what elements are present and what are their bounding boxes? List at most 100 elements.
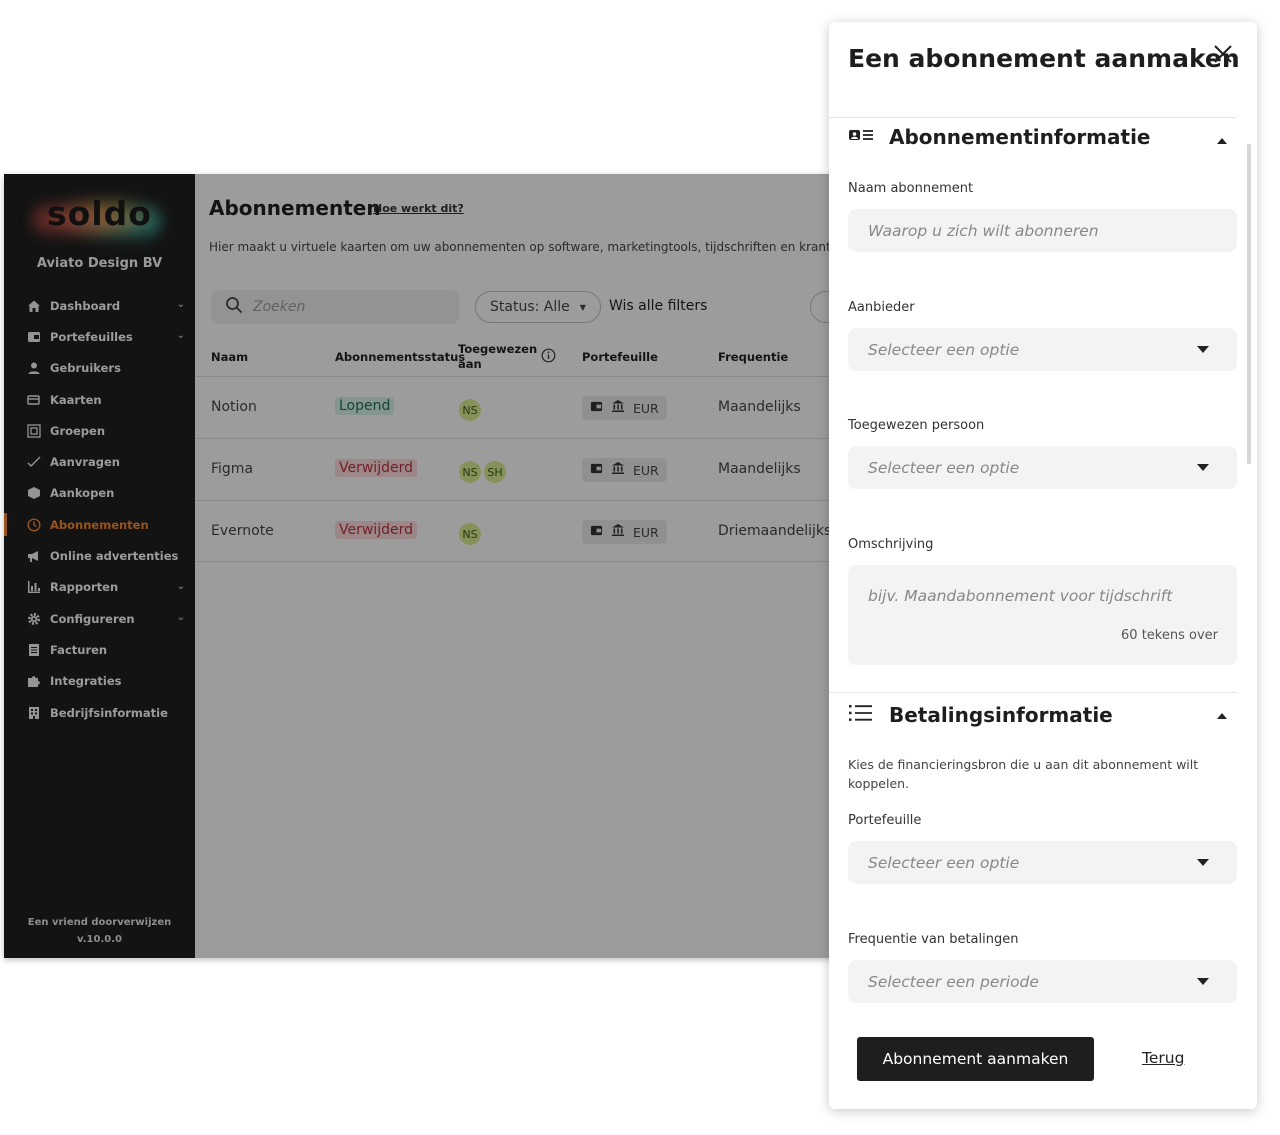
sidebar-item-label: Configureren bbox=[50, 611, 135, 626]
create-subscription-button[interactable]: Abonnement aanmaken bbox=[857, 1037, 1094, 1081]
bank-icon bbox=[611, 399, 625, 417]
currency-label: EUR bbox=[633, 462, 659, 478]
wallet-chip: EUR bbox=[582, 520, 667, 544]
status-filter[interactable]: Status: Alle ▼ bbox=[475, 291, 601, 323]
table-row[interactable]: Evernote Verwijderd NS EUR Driemaandelij… bbox=[195, 500, 834, 562]
table-row[interactable]: Notion Lopend NS EUR Maandelijks bbox=[195, 376, 834, 438]
column-header-assigned: Toegewezen aan bbox=[458, 342, 537, 372]
sidebar-item-label: Kaarten bbox=[50, 392, 102, 407]
currency-label: EUR bbox=[633, 400, 659, 416]
status-badge: Verwijderd bbox=[335, 521, 417, 539]
clear-filters-button[interactable]: Wis alle filters bbox=[609, 298, 707, 314]
divider bbox=[829, 692, 1237, 693]
close-icon bbox=[1213, 44, 1233, 68]
back-link[interactable]: Terug bbox=[1142, 1049, 1184, 1067]
provider-select[interactable]: Selecteer een optie bbox=[848, 328, 1237, 371]
assignee-select[interactable]: Selecteer een optie bbox=[848, 446, 1237, 489]
close-button[interactable] bbox=[1209, 42, 1237, 70]
sidebar-item-facturen[interactable]: Facturen bbox=[4, 634, 195, 665]
chevron-down-icon: ⌄ bbox=[176, 580, 185, 592]
gear-icon bbox=[26, 611, 42, 627]
building-icon bbox=[26, 705, 42, 721]
bank-icon bbox=[611, 523, 625, 541]
sidebar-item-label: Bedrijfsinformatie bbox=[50, 705, 168, 720]
page-subtitle: Hier maakt u virtuele kaarten om uw abon… bbox=[209, 240, 834, 254]
page-title: Abonnementen bbox=[209, 196, 381, 220]
avatar: NS bbox=[459, 523, 481, 545]
status-badge: Lopend bbox=[335, 397, 395, 415]
subscription-name-input[interactable] bbox=[848, 209, 1237, 252]
help-link[interactable]: Hoe werkt dit? bbox=[373, 202, 464, 215]
box-icon bbox=[26, 485, 42, 501]
name-label: Naam abonnement bbox=[848, 181, 974, 196]
sidebar-item-label: Groepen bbox=[50, 423, 106, 438]
sidebar-item-label: Rapporten bbox=[50, 580, 119, 595]
subscription-name: Figma bbox=[211, 461, 254, 477]
column-header-frequency: Frequentie bbox=[718, 350, 789, 364]
subscription-name: Evernote bbox=[211, 523, 274, 539]
frequency-select[interactable]: Selecteer een periode bbox=[848, 960, 1237, 1003]
currency-label: EUR bbox=[633, 524, 659, 540]
avatar: NS bbox=[459, 461, 481, 483]
sidebar-item-dashboard[interactable]: Dashboard ⌄ bbox=[4, 290, 195, 321]
collapse-icon[interactable] bbox=[1217, 138, 1227, 144]
sidebar-item-kaarten[interactable]: Kaarten bbox=[4, 384, 195, 415]
search-placeholder: Zoeken bbox=[253, 299, 306, 315]
description-textarea[interactable]: bijv. Maandabonnement voor tijdschrift 6… bbox=[848, 565, 1237, 665]
divider bbox=[829, 117, 1237, 118]
wallet-icon bbox=[590, 400, 603, 417]
caret-down-icon bbox=[1197, 464, 1209, 471]
sidebar-item-aanvragen[interactable]: Aanvragen bbox=[4, 446, 195, 477]
sidebar: soldo Aviato Design BV Dashboard ⌄ Porte… bbox=[4, 174, 195, 958]
wallet-select-value: Selecteer een optie bbox=[868, 853, 1020, 872]
frequency-value: Driemaandelijks bbox=[718, 523, 832, 539]
description-label: Omschrijving bbox=[848, 537, 934, 552]
collapse-icon[interactable] bbox=[1217, 713, 1227, 719]
search-input[interactable]: Zoeken bbox=[211, 290, 459, 324]
avatar: SH bbox=[484, 461, 506, 483]
wallet-chip: EUR bbox=[582, 396, 667, 420]
caret-down-icon bbox=[1197, 346, 1209, 353]
sidebar-item-portefeuilles[interactable]: Portefeuilles ⌄ bbox=[4, 321, 195, 352]
status-badge: Verwijderd bbox=[335, 459, 417, 477]
sidebar-item-integraties[interactable]: Integraties bbox=[4, 666, 195, 697]
table-row[interactable]: Figma Verwijderd NS SH EUR Maandelijks bbox=[195, 438, 834, 500]
sidebar-item-online-advertenties[interactable]: Online advertenties bbox=[4, 540, 195, 571]
company-name: Aviato Design BV bbox=[36, 256, 163, 271]
refer-friend-link[interactable]: Een vriend doorverwijzen bbox=[4, 914, 195, 931]
sidebar-item-label: Abonnementen bbox=[50, 517, 149, 532]
sidebar-item-label: Integraties bbox=[50, 674, 122, 689]
description-placeholder: bijv. Maandabonnement voor tijdschrift bbox=[868, 587, 1173, 605]
wallet-select[interactable]: Selecteer een optie bbox=[848, 841, 1237, 884]
scrollbar[interactable] bbox=[1247, 144, 1251, 464]
sidebar-item-gebruikers[interactable]: Gebruikers bbox=[4, 353, 195, 384]
section-payment-header[interactable]: Betalingsinformatie bbox=[848, 702, 1113, 728]
avatar: NS bbox=[459, 399, 481, 421]
sidebar-item-groepen[interactable]: Groepen bbox=[4, 415, 195, 446]
sidebar-item-bedrijfsinformatie[interactable]: Bedrijfsinformatie bbox=[4, 697, 195, 728]
sidebar-item-aankopen[interactable]: Aankopen bbox=[4, 478, 195, 509]
caret-down-icon bbox=[1197, 978, 1209, 985]
sidebar-nav: Dashboard ⌄ Portefeuilles ⌄ Gebruikers K… bbox=[4, 290, 195, 728]
frequency-select-value: Selecteer een periode bbox=[868, 972, 1039, 991]
frequency-label: Frequentie van betalingen bbox=[848, 932, 1019, 947]
sidebar-item-configureren[interactable]: Configureren ⌄ bbox=[4, 603, 195, 634]
sidebar-item-abonnementen[interactable]: Abonnementen bbox=[4, 509, 195, 540]
logo: soldo bbox=[4, 174, 195, 254]
sidebar-item-label: Aankopen bbox=[50, 486, 115, 501]
frequency-value: Maandelijks bbox=[718, 461, 801, 477]
column-header-assigned-line1: Toegewezen bbox=[458, 342, 538, 356]
info-icon[interactable] bbox=[541, 348, 556, 367]
check-icon bbox=[26, 454, 42, 470]
groups-icon bbox=[26, 423, 42, 439]
section-info-header[interactable]: Abonnementinformatie bbox=[848, 125, 1151, 149]
column-header-name: Naam bbox=[211, 350, 249, 364]
id-card-icon bbox=[848, 127, 874, 147]
person-icon bbox=[26, 360, 42, 376]
search-icon bbox=[225, 296, 243, 318]
column-header-status: Abonnementsstatus bbox=[335, 350, 466, 364]
character-counter: 60 tekens over bbox=[1121, 628, 1218, 643]
sidebar-item-rapporten[interactable]: Rapporten ⌄ bbox=[4, 572, 195, 603]
assignee-select-value: Selecteer een optie bbox=[868, 458, 1020, 477]
cards-icon bbox=[26, 392, 42, 408]
